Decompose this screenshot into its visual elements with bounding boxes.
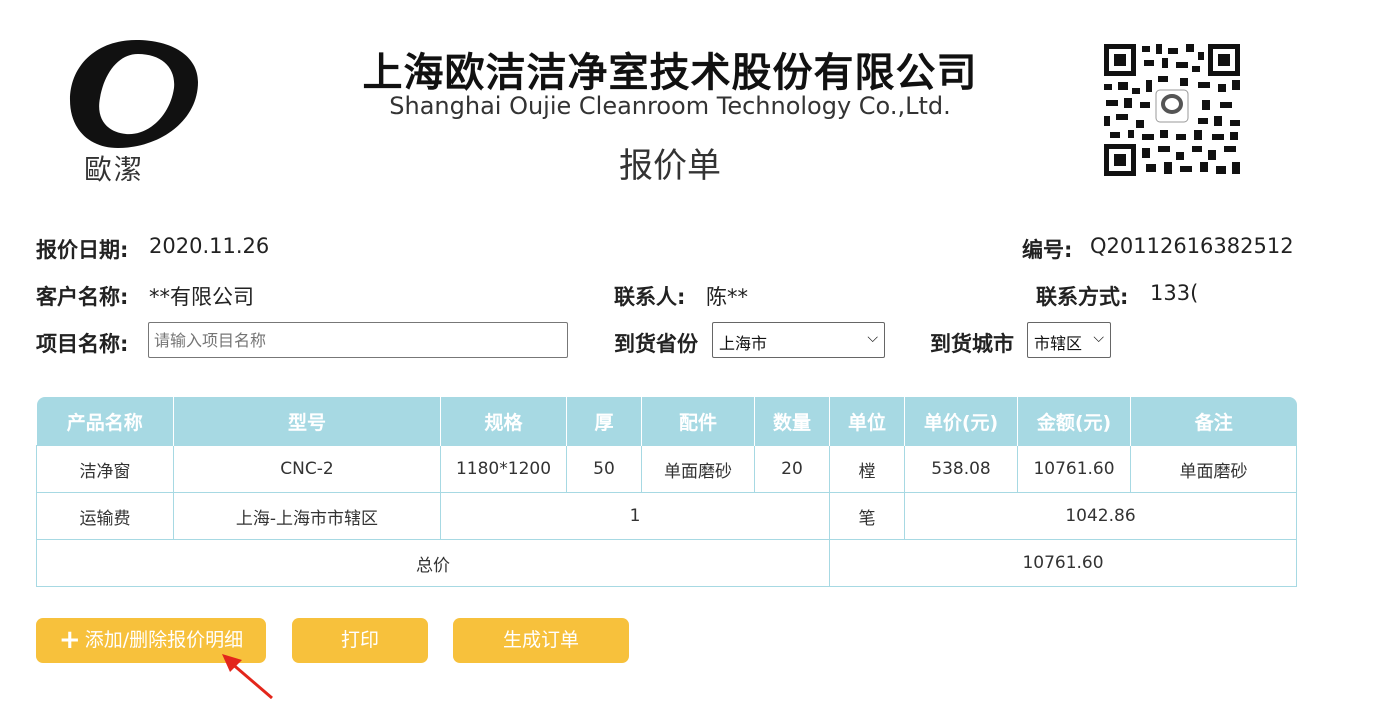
table-cell: 50 [566,445,642,493]
column-header: 产品名称 [36,397,174,446]
add-remove-items-label: 添加/删除报价明细 [84,629,244,651]
table-cell: 1042.86 [904,492,1297,540]
table-cell: 538.08 [904,445,1018,493]
table-cell: 洁净窗 [36,445,174,493]
column-header: 厚 [566,397,642,446]
column-header: 金额(元) [1017,397,1131,446]
column-header: 规格 [440,397,567,446]
total-amount-cell: 10761.60 [829,539,1297,587]
table-row: 洁净窗 CNC-2 1180*1200 50 单面磨砂 20 樘 538.08 … [36,445,1297,493]
customer-name-label: 客户名称: [36,285,129,309]
logo-text: 歐潔 [84,153,145,186]
contact-person-value: 陈** [706,285,748,309]
project-name-input[interactable] [148,322,568,358]
table-cell: 运输费 [36,492,174,540]
customer-name-value: **有限公司 [149,285,254,309]
table-cell: 10761.60 [1017,445,1131,493]
column-header: 数量 [754,397,830,446]
table-cell: 20 [754,445,830,493]
province-select[interactable]: 上海市 ⌵ [712,322,885,358]
chevron-down-icon: ⌵ [1093,330,1104,346]
quote-number-value: Q20112616382512 [1090,234,1294,258]
city-select-value: 市辖区 [1034,334,1083,353]
generate-order-button-label: 生成订单 [502,629,579,651]
print-button-label: 打印 [340,629,379,651]
total-label-cell: 总价 [36,539,830,587]
print-button[interactable]: 打印 [292,618,428,663]
column-header: 单价(元) [904,397,1018,446]
table-cell: 樘 [829,445,905,493]
table-cell: 单面磨砂 [1130,445,1297,493]
quote-date-label: 报价日期: [36,238,129,262]
table-cell: 1180*1200 [440,445,567,493]
province-select-value: 上海市 [719,334,768,353]
city-label: 到货城市 [930,332,1014,356]
table-row: 运输费 上海-上海市市辖区 1 笔 1042.86 [36,492,1297,540]
company-name-en: Shanghai Oujie Cleanroom Technology Co.,… [389,92,951,120]
table-total-row: 总价 10761.60 [36,539,1297,587]
table-cell: 笔 [829,492,905,540]
project-name-label: 项目名称: [36,332,129,356]
column-header: 备注 [1130,397,1297,446]
annotation-arrow-icon [222,654,273,700]
quote-number-label: 编号: [1022,238,1073,262]
column-header: 配件 [641,397,755,446]
quote-table: 产品名称 型号 规格 厚 配件 数量 单位 单价(元) 金额(元) 备注 洁净窗… [36,397,1297,587]
chevron-down-icon: ⌵ [867,330,878,346]
company-name-cn: 上海欧洁洁净室技术股份有限公司 [362,50,978,96]
table-cell: 上海-上海市市辖区 [173,492,441,540]
column-header: 型号 [173,397,441,446]
document-title: 报价单 [619,146,721,186]
province-label: 到货省份 [614,332,698,356]
table-cell: 单面磨砂 [641,445,755,493]
contact-person-label: 联系人: [614,285,686,309]
quote-date-value: 2020.11.26 [149,234,270,258]
generate-order-button[interactable]: 生成订单 [453,618,629,663]
city-select[interactable]: 市辖区 ⌵ [1027,322,1111,358]
table-cell: 1 [440,492,830,540]
plus-icon: + [58,625,81,655]
table-header-row: 产品名称 型号 规格 厚 配件 数量 单位 单价(元) 金额(元) 备注 [36,397,1297,446]
column-header: 单位 [829,397,905,446]
qr-code-icon [1102,42,1242,178]
contact-phone-label: 联系方式: [1036,285,1129,309]
table-cell: CNC-2 [173,445,441,493]
contact-phone-value: 133( [1150,281,1198,305]
